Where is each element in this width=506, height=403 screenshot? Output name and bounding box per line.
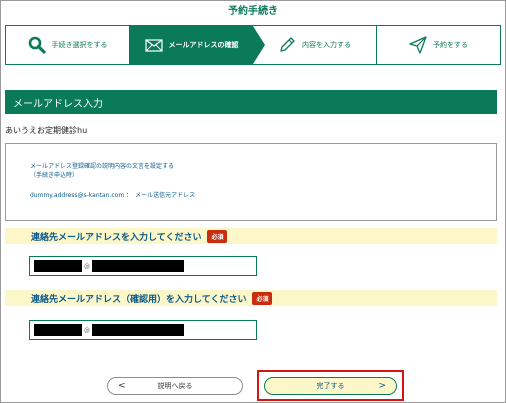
redacted-local-part xyxy=(34,324,82,336)
info-box: メールアドレス登録確認の説明内容の文言を設定する （手続き申込時） dummy.… xyxy=(5,143,497,221)
email-label-text: 連絡先メールアドレスを入力してください xyxy=(31,232,202,243)
mail-icon xyxy=(144,38,163,52)
step-indicator: 手続き選択をする メールアドレスの確認 内容を入力する 予約をする xyxy=(5,25,501,65)
send-icon xyxy=(409,36,427,54)
step-reserve: 予約をする xyxy=(377,26,500,64)
step-label: 内容を入力する xyxy=(302,41,351,49)
section-header: メールアドレス入力 xyxy=(5,90,497,114)
search-icon xyxy=(28,36,46,54)
step-label: メールアドレスの確認 xyxy=(168,41,239,49)
complete-button[interactable]: 完了する > xyxy=(264,377,397,395)
at-sign: @ xyxy=(84,262,90,270)
pencil-icon xyxy=(278,36,296,54)
info-note: （手続き申込時） xyxy=(30,172,79,179)
chevron-right-icon: > xyxy=(378,381,386,391)
email-input[interactable]: @ xyxy=(29,256,257,276)
at-sign: @ xyxy=(84,326,90,334)
email-confirm-input[interactable]: @ xyxy=(29,320,257,340)
procedure-name: あいうえお定期健診hu xyxy=(5,126,88,135)
email-confirm-label-text: 連絡先メールアドレス（確認用）を入力してください xyxy=(31,294,247,305)
step-label: 予約をする xyxy=(433,41,468,49)
chevron-left-icon: < xyxy=(118,381,126,391)
step-confirm-email: メールアドレスの確認 xyxy=(130,26,265,64)
back-button-label: 説明へ戻る xyxy=(157,382,193,390)
redacted-local-part xyxy=(34,260,82,272)
page-title: 予約手続き xyxy=(228,6,278,17)
step-label: 手続き選択をする xyxy=(51,41,108,49)
sender-address: dummy.address@s-kantan.com ： メール送信元アドレス xyxy=(30,192,196,199)
info-description: メールアドレス登録確認の説明内容の文言を設定する xyxy=(30,163,175,170)
redacted-domain xyxy=(92,260,184,272)
step-enter-details: 内容を入力する xyxy=(253,26,377,64)
required-badge: 必須 xyxy=(207,229,228,243)
back-to-description-button[interactable]: < 説明へ戻る xyxy=(107,377,243,395)
email-confirm-label: 連絡先メールアドレス（確認用）を入力してください 必須 xyxy=(5,290,497,306)
email-label: 連絡先メールアドレスを入力してください 必須 xyxy=(5,228,497,244)
redacted-domain xyxy=(92,324,184,336)
complete-button-label: 完了する xyxy=(316,382,345,390)
step-select-procedure: 手続き選択をする xyxy=(6,26,130,64)
required-badge: 必須 xyxy=(252,291,273,305)
